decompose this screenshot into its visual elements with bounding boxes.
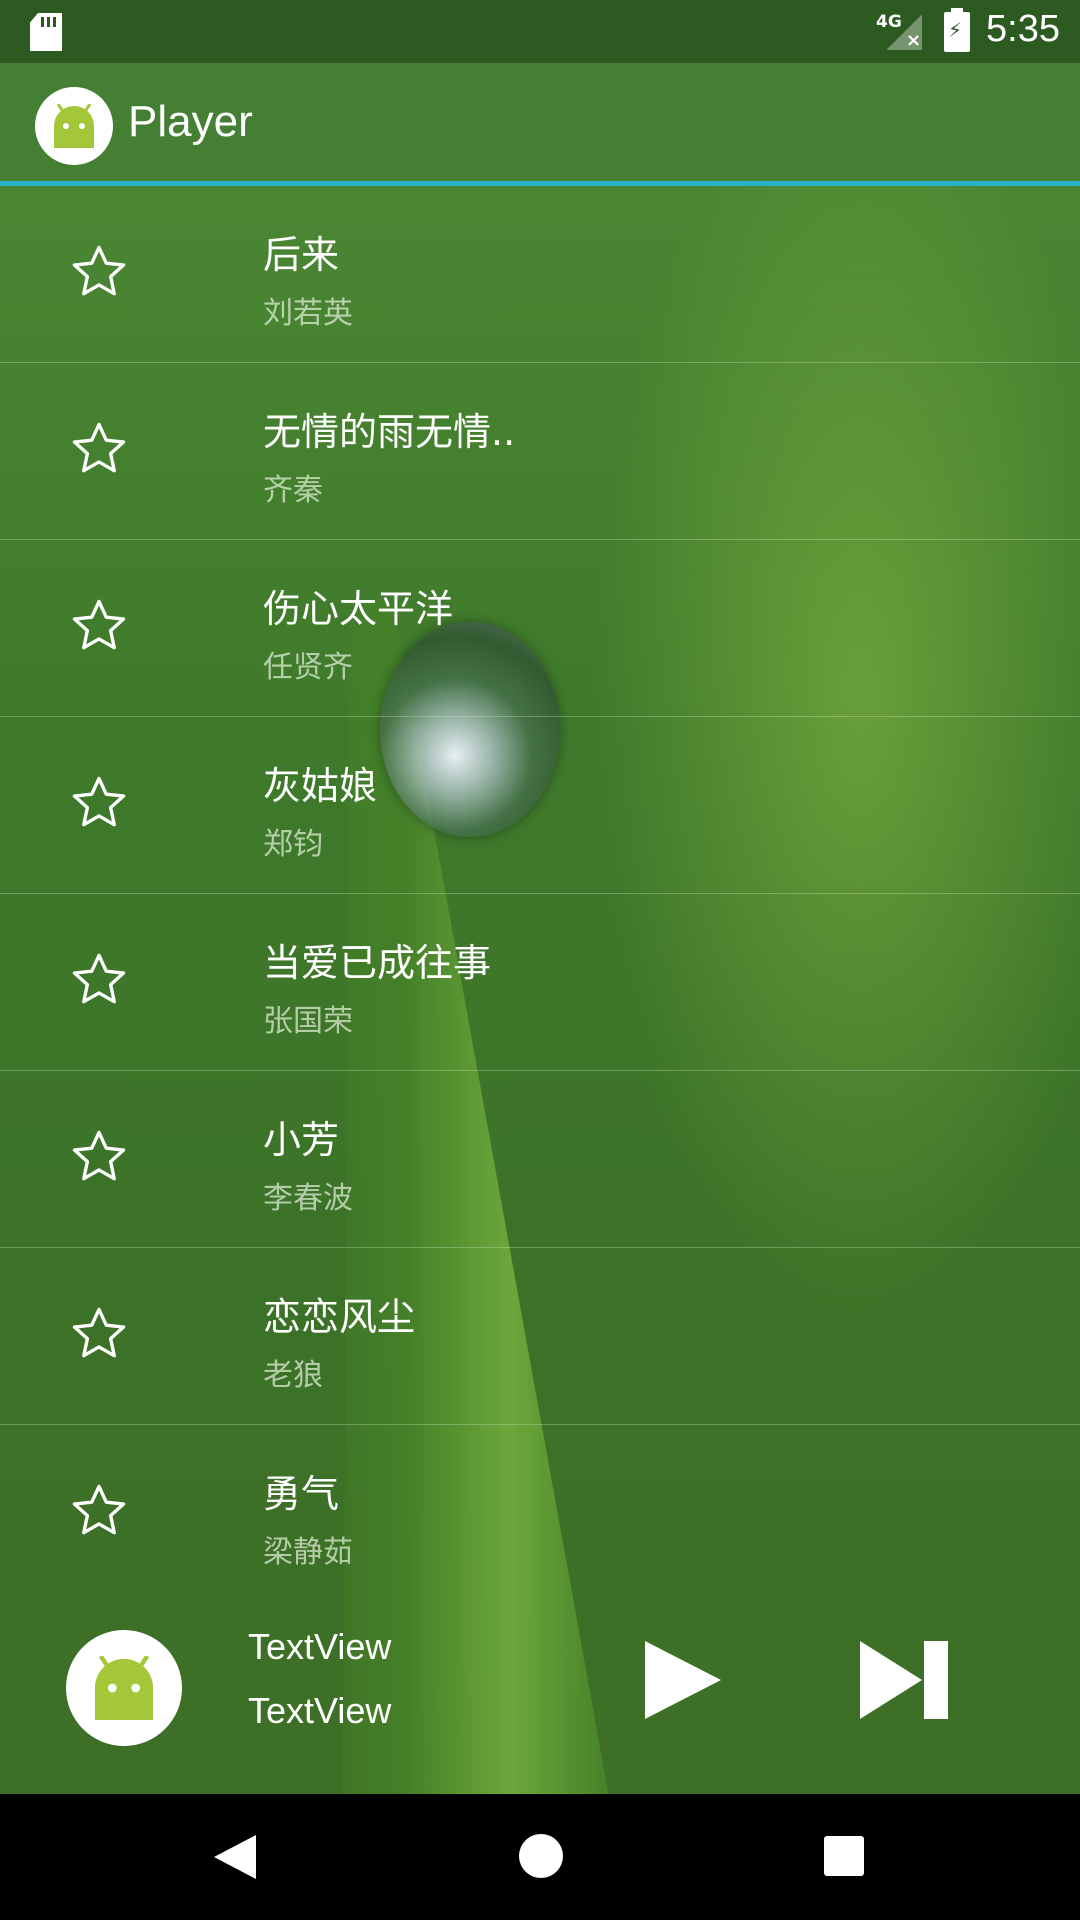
back-icon[interactable] (212, 1833, 258, 1881)
skip-next-icon (860, 1641, 948, 1719)
android-icon (94, 1656, 154, 1720)
song-artist: 齐秦 (263, 473, 323, 508)
song-item[interactable]: 勇气 梁静茹 (0, 1425, 1080, 1601)
song-title: 灰姑娘 (263, 764, 378, 808)
star-icon[interactable] (68, 772, 130, 834)
recents-icon[interactable] (824, 1836, 864, 1876)
battery-charging-icon (944, 8, 970, 52)
song-item[interactable]: 后来 刘若英 (0, 186, 1080, 363)
app-title: Player (128, 97, 253, 146)
song-artist: 梁静茹 (263, 1535, 353, 1570)
navigation-bar (0, 1794, 1080, 1920)
album-art[interactable] (66, 1630, 182, 1746)
song-title: 勇气 (263, 1472, 340, 1516)
status-bar: 4G × 5:35 (0, 0, 1080, 63)
song-title: 无情的雨无情.. (263, 410, 516, 454)
song-artist: 老狼 (263, 1358, 323, 1393)
song-item[interactable]: 小芳 李春波 (0, 1071, 1080, 1248)
song-item[interactable]: 当爱已成往事 张国荣 (0, 894, 1080, 1071)
song-artist: 刘若英 (263, 296, 353, 331)
song-title: 小芳 (263, 1118, 340, 1162)
app-bar: Player (0, 63, 1080, 186)
song-title: 伤心太平洋 (263, 587, 454, 631)
song-item[interactable]: 伤心太平洋 任贤齐 (0, 540, 1080, 717)
song-item[interactable]: 恋恋风尘 老狼 (0, 1248, 1080, 1425)
now-playing-title: TextView (248, 1626, 392, 1667)
skip-next-button[interactable] (858, 1639, 950, 1721)
song-artist: 郑钧 (263, 827, 323, 862)
song-title: 后来 (263, 233, 340, 277)
play-icon (645, 1641, 721, 1719)
song-item[interactable]: 灰姑娘 郑钧 (0, 717, 1080, 894)
status-clock: 5:35 (986, 8, 1060, 50)
song-list: 后来 刘若英 无情的雨无情.. 齐秦 伤心太平洋 任贤齐 灰姑娘 郑钧 当爱已成… (0, 186, 1080, 1601)
star-icon[interactable] (68, 1303, 130, 1365)
android-icon (35, 87, 113, 165)
star-icon[interactable] (68, 949, 130, 1011)
song-artist: 张国荣 (263, 1004, 353, 1039)
song-item[interactable]: 无情的雨无情.. 齐秦 (0, 363, 1080, 540)
now-playing-artist: TextView (248, 1690, 392, 1731)
song-artist: 任贤齐 (263, 650, 353, 685)
song-artist: 李春波 (263, 1181, 353, 1216)
star-icon[interactable] (68, 1126, 130, 1188)
star-icon[interactable] (68, 1480, 130, 1542)
home-icon[interactable] (519, 1834, 563, 1878)
star-icon[interactable] (68, 595, 130, 657)
now-playing-bar: TextView TextView (0, 1594, 1080, 1794)
no-service-x-icon: × (906, 30, 922, 51)
song-title: 当爱已成往事 (263, 941, 492, 985)
star-icon[interactable] (68, 241, 130, 303)
sd-card-icon (30, 13, 62, 51)
play-button[interactable] (643, 1639, 723, 1721)
star-icon[interactable] (68, 418, 130, 480)
song-title: 恋恋风尘 (263, 1295, 416, 1339)
